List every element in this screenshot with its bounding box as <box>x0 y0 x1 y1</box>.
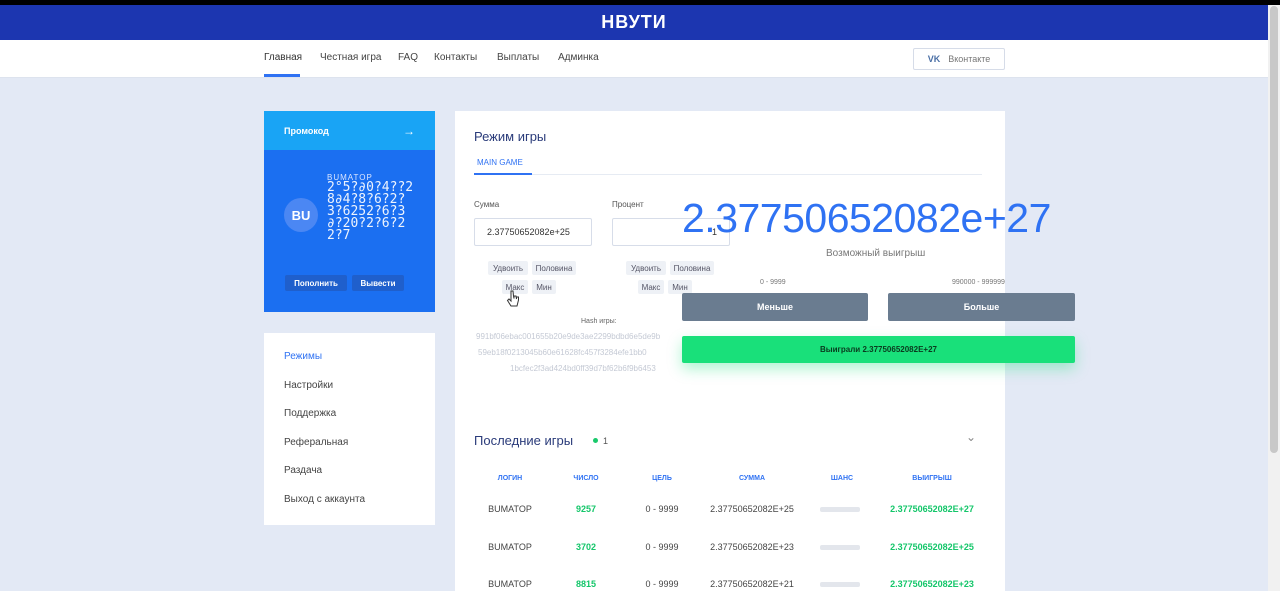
cell-target: 0 - 9999 <box>645 579 679 589</box>
min-sum-button[interactable]: Мин <box>532 280 556 294</box>
sum-input[interactable]: 2.37750652082e+25 <box>474 218 592 246</box>
cell-login: BUMATOP <box>488 504 532 514</box>
nav-link-admin[interactable]: Админка <box>558 52 599 63</box>
menu-item-modes[interactable]: Режимы <box>284 351 322 362</box>
half-percent-button[interactable]: Половина <box>670 261 714 275</box>
cell-number: 8815 <box>575 579 597 589</box>
win-amount-display: 2.37750652082e+27 <box>682 195 1051 241</box>
cell-target: 0 - 9999 <box>645 542 679 552</box>
min-percent-button[interactable]: Мин <box>668 280 692 294</box>
column-header-win: ВЫИГРЫШ <box>912 475 952 482</box>
menu-item-referral[interactable]: Реферальная <box>284 437 348 448</box>
column-header-chance: ШАНС <box>830 475 854 482</box>
double-sum-button[interactable]: Удвоить <box>488 261 528 275</box>
user-glyph-art: 2°5?∂0?4??28∂4?8?6?2?3?6252?6?3∂?20?2?6?… <box>327 180 414 243</box>
tab-divider <box>474 174 982 175</box>
nav-active-indicator <box>264 74 300 77</box>
column-header-login: ЛОГИН <box>497 475 523 482</box>
cell-sum: 2.37750652082E+23 <box>710 542 794 552</box>
recent-games-count: 1 <box>603 436 609 446</box>
scrollbar-thumb[interactable] <box>1270 6 1278 453</box>
cell-login: BUMATOP <box>488 542 532 552</box>
column-header-sum: СУММА <box>738 475 766 482</box>
chance-bar <box>820 582 860 587</box>
double-percent-button[interactable]: Удвоить <box>626 261 666 275</box>
cell-sum: 2.37750652082E+21 <box>710 579 794 589</box>
nav-link-fair-game[interactable]: Честная игра <box>320 52 381 63</box>
cell-number: 9257 <box>575 504 597 514</box>
cell-win: 2.37750652082E+27 <box>890 504 974 514</box>
menu-item-logout[interactable]: Выход с аккаунта <box>284 494 365 505</box>
nav-link-faq[interactable]: FAQ <box>398 52 418 63</box>
chevron-down-icon[interactable]: ⌄ <box>966 430 976 444</box>
cell-number: 3702 <box>575 542 597 552</box>
max-percent-button[interactable]: Макс <box>638 280 664 294</box>
game-mode-title: Режим игры <box>474 129 547 144</box>
column-header-target: ЦЕЛЬ <box>652 475 672 482</box>
half-sum-button[interactable]: Половина <box>532 261 576 275</box>
brand-bar: НВУТИ <box>0 5 1268 40</box>
cell-target: 0 - 9999 <box>645 504 679 514</box>
range-low-label: 0 - 9999 <box>760 279 786 286</box>
tab-active-indicator <box>474 173 532 175</box>
nav-link-payouts[interactable]: Выплаты <box>497 52 539 63</box>
bet-less-button[interactable]: Меньше <box>682 293 868 321</box>
nav-link-home[interactable]: Главная <box>264 52 302 63</box>
vk-icon: VK <box>927 54 941 64</box>
recent-games-title: Последние игры <box>474 433 574 448</box>
nav-link-contacts[interactable]: Контакты <box>434 52 477 63</box>
sum-label: Сумма <box>474 200 500 209</box>
chance-bar <box>820 545 860 550</box>
cell-win: 2.37750652082E+23 <box>890 579 974 589</box>
withdraw-button[interactable]: Вывести <box>352 275 404 291</box>
sum-value: 2.37750652082e+25 <box>487 227 570 237</box>
menu-item-giveaway[interactable]: Раздача <box>284 465 322 476</box>
online-dot-icon <box>593 438 598 443</box>
cell-win: 2.37750652082E+25 <box>890 542 974 552</box>
percent-label: Процент <box>612 200 644 209</box>
hash-label: Hash игры: <box>581 318 617 325</box>
hash-line: 59eb18f0213045b60e61628fc457f3284efe1bb0 <box>478 348 647 357</box>
win-result-banner: Выиграли 2.37750652082E+27 <box>682 336 1075 363</box>
range-high-label: 990000 - 999999 <box>952 279 1005 286</box>
column-header-number: ЧИСЛО <box>573 475 599 482</box>
cell-sum: 2.37750652082E+25 <box>710 504 794 514</box>
vk-button-label: Вконтакте <box>948 54 991 64</box>
arrow-right-icon: → <box>403 123 415 138</box>
cell-login: BUMATOP <box>488 579 532 589</box>
vk-login-button[interactable]: VK Вконтакте <box>913 48 1005 70</box>
menu-item-support[interactable]: Поддержка <box>284 408 336 419</box>
top-navigation: Главная Честная игра FAQ Контакты Выплат… <box>0 40 1268 78</box>
deposit-button[interactable]: Пополнить <box>285 275 347 291</box>
hash-line: 1bcfec2f3ad424bd0ff39d7bf62b6f9b6453 <box>510 364 656 373</box>
hand-cursor-icon <box>506 290 519 307</box>
brand-title: НВУТИ <box>601 12 667 32</box>
possible-win-label: Возможный выигрыш <box>826 248 926 259</box>
promo-code-label: Промокод <box>284 125 329 136</box>
menu-item-settings[interactable]: Настройки <box>284 380 333 391</box>
tab-main-game[interactable]: MAIN GAME <box>477 158 523 167</box>
promo-code-header[interactable]: Промокод → <box>264 111 435 150</box>
hash-line: 991bf06ebac001655b20e9de3ae2299bdbd6e5de… <box>476 332 661 341</box>
avatar: BU <box>284 198 318 232</box>
chance-bar <box>820 507 860 512</box>
bet-more-button[interactable]: Больше <box>888 293 1075 321</box>
